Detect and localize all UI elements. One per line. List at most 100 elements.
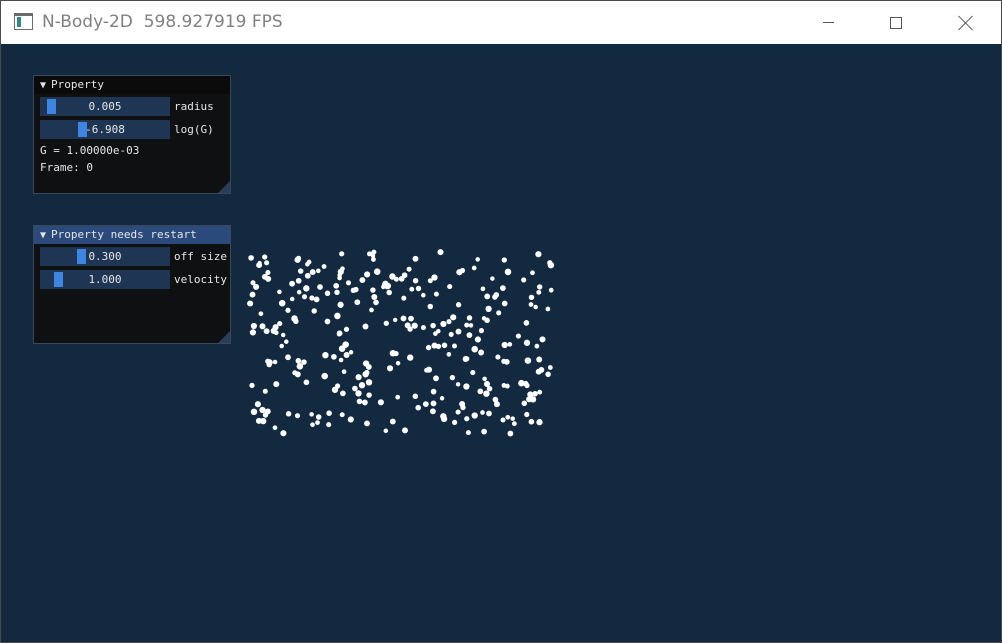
particle — [315, 268, 321, 274]
particle — [386, 365, 394, 372]
resize-grip[interactable] — [218, 181, 230, 193]
particle — [354, 299, 361, 306]
collapse-triangle-icon[interactable]: ▼ — [40, 227, 46, 245]
particle — [353, 286, 359, 293]
particle — [408, 315, 414, 322]
particle — [536, 356, 543, 363]
property-panel-header[interactable]: ▼ Property — [34, 76, 230, 94]
particle — [383, 428, 389, 434]
particle — [430, 322, 436, 329]
off-size-label: off size — [174, 250, 227, 263]
particle — [342, 341, 349, 348]
off-size-slider[interactable]: 0.300 — [40, 247, 170, 266]
particle — [381, 284, 386, 290]
particle — [528, 294, 535, 301]
particle — [250, 322, 257, 330]
particle — [415, 404, 421, 411]
particle — [529, 396, 537, 403]
particle — [495, 354, 501, 360]
close-button[interactable] — [943, 1, 989, 44]
particle — [433, 375, 439, 382]
collapse-triangle-icon[interactable]: ▼ — [40, 77, 46, 95]
particle — [447, 284, 453, 290]
particle — [415, 285, 422, 292]
particle — [412, 393, 419, 400]
particle — [377, 399, 384, 406]
maximize-button[interactable] — [873, 1, 919, 44]
particle — [370, 253, 376, 258]
particle — [402, 427, 408, 434]
restart-property-panel[interactable]: ▼ Property needs restart 0.300 off size 1… — [33, 225, 231, 344]
particle — [504, 268, 512, 276]
particle — [431, 274, 438, 281]
particle — [280, 430, 287, 437]
window-title: N-Body-2D 598.927919 FPS — [42, 12, 283, 32]
particle — [266, 359, 273, 366]
particle — [322, 352, 329, 359]
particle — [480, 410, 485, 415]
particle — [386, 289, 392, 296]
minimize-button[interactable] — [805, 1, 851, 44]
particle — [478, 328, 484, 334]
particle — [462, 356, 469, 362]
particle — [373, 268, 381, 275]
particle — [364, 271, 371, 278]
particle — [273, 381, 280, 388]
particle — [430, 400, 437, 407]
title-bar[interactable]: N-Body-2D 598.927919 FPS — [1, 1, 1001, 44]
particle — [355, 374, 362, 381]
particle — [340, 266, 345, 272]
particle — [433, 291, 439, 297]
velocity-label: velocity — [174, 273, 227, 286]
particle — [371, 294, 378, 300]
particle — [448, 331, 454, 337]
particle — [310, 422, 315, 428]
velocity-slider[interactable]: 1.000 — [40, 270, 170, 289]
minimize-icon — [822, 22, 834, 23]
particle — [324, 290, 331, 297]
particle — [429, 408, 436, 415]
particle — [355, 390, 362, 397]
particle — [545, 371, 551, 378]
radius-slider[interactable]: 0.005 — [40, 97, 170, 116]
particle — [465, 430, 471, 436]
particle — [352, 385, 358, 392]
restart-panel-header[interactable]: ▼ Property needs restart — [34, 226, 230, 244]
particle — [412, 277, 419, 284]
particle — [482, 376, 487, 382]
particle — [321, 264, 327, 269]
particle — [294, 413, 301, 419]
particle — [262, 412, 269, 418]
particle — [289, 280, 296, 287]
particle — [480, 286, 486, 292]
particle — [289, 296, 295, 302]
particle — [446, 352, 452, 357]
particle — [421, 292, 426, 298]
particle — [515, 333, 521, 339]
particle — [528, 302, 534, 307]
particle — [265, 275, 272, 282]
simulation-viewport[interactable]: ▼ Property 0.005 radius -6.908 log(G) G =… — [2, 44, 1000, 642]
particle — [548, 287, 554, 293]
property-panel[interactable]: ▼ Property 0.005 radius -6.908 log(G) G =… — [33, 75, 231, 194]
particle — [303, 285, 310, 292]
particle — [530, 270, 535, 276]
particle — [500, 285, 506, 291]
resize-grip[interactable] — [218, 331, 230, 343]
log-g-slider[interactable]: -6.908 — [40, 120, 170, 139]
particle — [259, 323, 266, 330]
particle — [259, 406, 266, 414]
particle — [257, 260, 262, 266]
particle — [279, 343, 284, 349]
particle — [536, 289, 542, 295]
particle — [293, 318, 299, 325]
particle — [486, 410, 492, 417]
particle — [309, 412, 314, 417]
particle — [250, 408, 258, 416]
particle — [440, 413, 447, 420]
particle — [313, 296, 320, 303]
particle — [466, 315, 473, 321]
particle — [440, 320, 447, 328]
off-size-value: 0.300 — [88, 250, 122, 263]
particle — [455, 409, 461, 415]
